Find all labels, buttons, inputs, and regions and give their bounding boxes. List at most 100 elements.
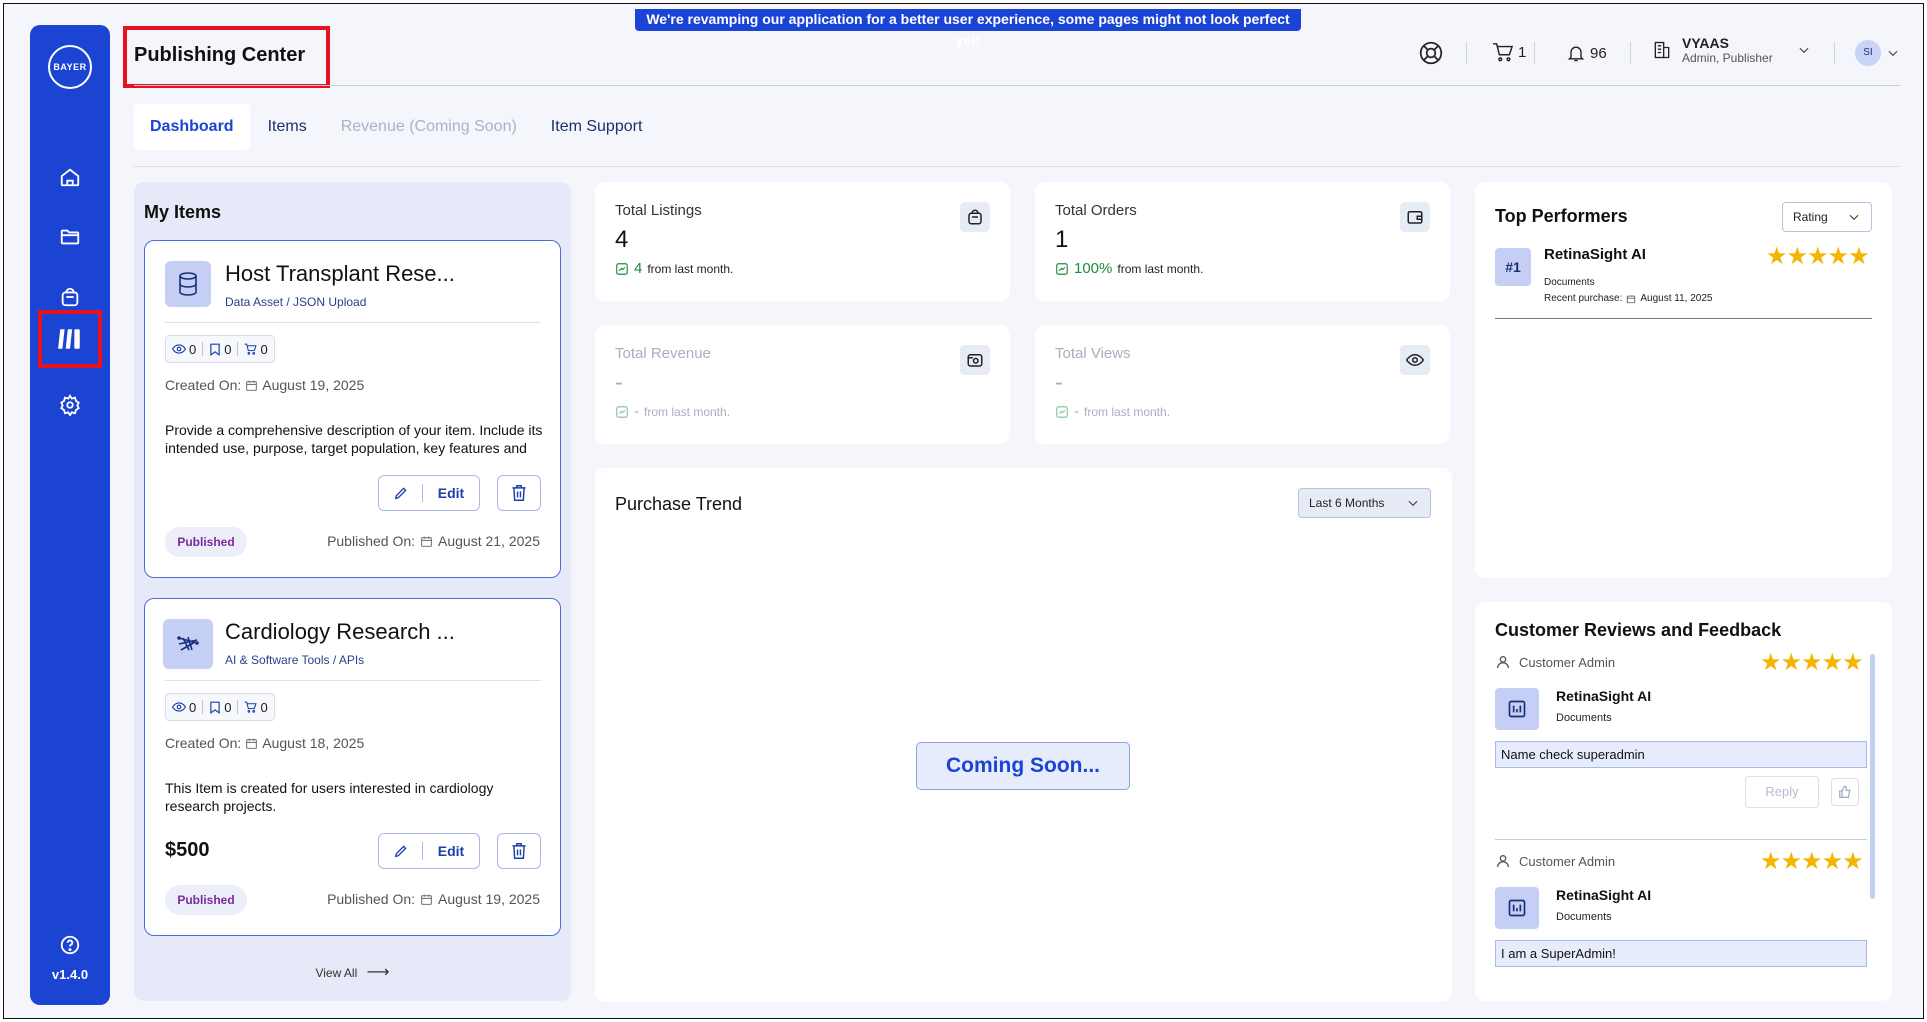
edit-button[interactable]: Edit xyxy=(378,475,480,511)
like-button[interactable] xyxy=(1831,778,1859,806)
org-switcher[interactable]: VYAAS Admin, Publisher xyxy=(1652,35,1811,65)
performer-category: Documents xyxy=(1544,277,1595,288)
kpi-value: - xyxy=(615,369,623,396)
review-item-name[interactable]: RetinaSight AI xyxy=(1556,887,1651,903)
recent-purchase-label: Recent purchase: xyxy=(1544,293,1623,304)
bell-icon xyxy=(1567,46,1585,62)
document-icon xyxy=(1495,688,1539,730)
range-select-value: Last 6 Months xyxy=(1309,496,1385,510)
kpi-change: 100% from last month. xyxy=(1055,260,1203,277)
trend-up-icon xyxy=(616,405,628,418)
delete-button[interactable] xyxy=(497,833,541,869)
item-stats: 0 0 0 xyxy=(165,693,275,721)
tab-item-support[interactable]: Item Support xyxy=(535,104,659,150)
tab-bar: Dashboard Items Revenue (Coming Soon) It… xyxy=(134,104,660,150)
created-on: Created On: August 19, 2025 xyxy=(165,377,364,393)
review-user-name: Customer Admin xyxy=(1519,853,1616,869)
tab-items[interactable]: Items xyxy=(252,104,323,150)
item-category: AI & Software Tools / APIs xyxy=(225,653,365,667)
kpi-change-value: 100% xyxy=(1074,260,1113,277)
org-name: VYAAS xyxy=(1682,35,1729,51)
header-divider xyxy=(1630,42,1631,64)
performer-name[interactable]: RetinaSight AI xyxy=(1544,246,1646,263)
kpi-change: - from last month. xyxy=(1055,403,1170,420)
help-icon[interactable] xyxy=(52,927,88,963)
saves-count: 0 xyxy=(224,341,232,357)
card-divider xyxy=(165,322,541,323)
announcement-banner: We're revamping our application for a be… xyxy=(635,9,1301,48)
created-label: Created On: xyxy=(165,377,242,393)
folder-icon[interactable] xyxy=(52,219,88,255)
kpi-change-suffix: from last month. xyxy=(647,261,734,276)
cart-count: 1 xyxy=(1518,43,1527,61)
trash-icon xyxy=(512,843,526,859)
kpi-label: Total Orders xyxy=(1055,202,1137,219)
purchase-trend-title: Purchase Trend xyxy=(615,494,743,514)
support-icon[interactable] xyxy=(1418,40,1444,66)
delete-button[interactable] xyxy=(497,475,541,511)
item-name[interactable]: Cardiology Research ... xyxy=(225,619,455,645)
kpi-change-value: - xyxy=(1074,403,1079,420)
purchase-trend-panel: Purchase Trend Last 6 Months Coming Soon… xyxy=(595,468,1452,1002)
recent-purchase-date: August 11, 2025 xyxy=(1640,293,1713,304)
bookmark-icon xyxy=(210,343,220,356)
trash-icon xyxy=(512,485,526,501)
stat-divider xyxy=(202,700,204,714)
header-divider xyxy=(1466,42,1467,64)
item-name[interactable]: Host Transplant Rese... xyxy=(225,261,455,287)
reviews-title: Customer Reviews and Feedback xyxy=(1495,620,1782,640)
tabs-divider xyxy=(134,166,1900,167)
cart-button[interactable]: 1 xyxy=(1492,42,1526,62)
header-divider xyxy=(1834,42,1835,64)
chevron-down-icon xyxy=(1849,214,1859,221)
my-items-panel: My Items Host Transplant Rese... Data As… xyxy=(134,182,571,1001)
tab-dashboard[interactable]: Dashboard xyxy=(134,104,250,150)
created-date: August 18, 2025 xyxy=(262,735,365,751)
reviews-panel: Customer Reviews and Feedback Customer A… xyxy=(1475,602,1892,1001)
item-description: Provide a comprehensive description of y… xyxy=(165,422,543,456)
carts-count: 0 xyxy=(260,699,268,715)
notifications-button[interactable]: 96 xyxy=(1566,42,1607,64)
item-card[interactable]: Cardiology Research ... AI & Software To… xyxy=(144,598,561,936)
rating-stars: ★★★★★ xyxy=(1760,649,1864,676)
created-date: August 19, 2025 xyxy=(262,377,365,393)
performers-divider xyxy=(1495,318,1872,319)
range-select[interactable]: Last 6 Months xyxy=(1298,488,1431,518)
app-version: v1.4.0 xyxy=(51,967,89,982)
reply-button[interactable]: Reply xyxy=(1745,776,1819,808)
calendar-icon xyxy=(1627,295,1636,303)
sort-select[interactable]: Rating xyxy=(1782,202,1872,232)
avatar[interactable]: SI xyxy=(1855,40,1881,66)
user-icon xyxy=(1497,855,1509,868)
review-user: Customer Admin xyxy=(1495,654,1615,670)
tab-revenue: Revenue (Coming Soon) xyxy=(340,118,517,135)
item-card[interactable]: Host Transplant Rese... Data Asset / JSO… xyxy=(144,240,561,578)
header-divider-line xyxy=(134,85,1900,86)
kpi-label: Total Views xyxy=(1055,345,1131,362)
views-count: 0 xyxy=(189,341,197,357)
top-performers-title: Top Performers xyxy=(1495,206,1628,226)
rank-badge: #1 xyxy=(1495,248,1531,286)
my-items-title: My Items xyxy=(144,202,222,222)
review-text: Name check superadmin xyxy=(1495,741,1867,768)
created-label: Created On: xyxy=(165,735,242,751)
calendar-icon xyxy=(246,380,258,391)
kpi-change-value: 4 xyxy=(634,260,643,277)
avatar-menu-chevron[interactable] xyxy=(1886,46,1900,60)
notifications-count: 96 xyxy=(1590,44,1607,62)
reviews-scrollbar[interactable] xyxy=(1870,654,1875,899)
view-all-link[interactable]: View All ⟶ xyxy=(134,962,571,982)
gear-icon[interactable] xyxy=(52,387,88,423)
bayer-logo[interactable]: BAYER xyxy=(48,45,92,89)
bookmark-icon xyxy=(210,701,220,714)
kpi-total-orders: Total Orders 1 100% from last month. xyxy=(1035,182,1450,301)
publishing-icon[interactable] xyxy=(38,310,102,368)
kpi-change-suffix: from last month. xyxy=(1084,404,1171,419)
thumbs-up-icon xyxy=(1839,785,1851,798)
edit-button[interactable]: Edit xyxy=(378,833,480,869)
chevron-down-icon xyxy=(1408,500,1418,507)
home-icon[interactable] xyxy=(52,159,88,195)
kpi-change: - from last month. xyxy=(615,403,730,420)
saves-count: 0 xyxy=(224,699,232,715)
review-item-name[interactable]: RetinaSight AI xyxy=(1556,688,1651,704)
